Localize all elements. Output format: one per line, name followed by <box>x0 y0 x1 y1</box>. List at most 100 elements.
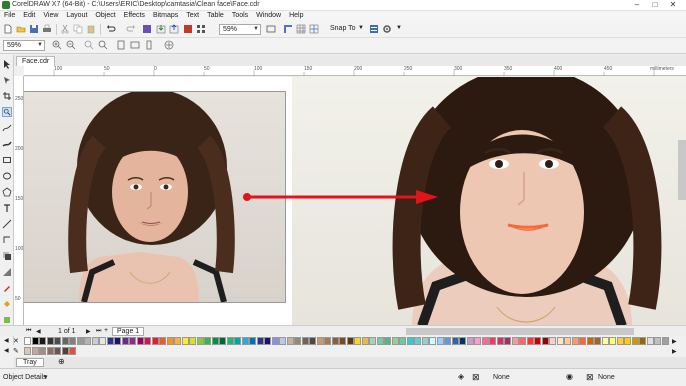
snap-to-menu[interactable]: Snap To <box>330 25 356 32</box>
zoom-to-all-objects-icon[interactable] <box>98 40 108 50</box>
palette-color-swatch[interactable] <box>586 337 594 345</box>
rectangle-tool-icon[interactable] <box>2 155 12 165</box>
document-color-swatch[interactable] <box>69 347 76 355</box>
menu-text[interactable]: Text <box>182 11 203 21</box>
palette-color-swatch[interactable] <box>511 337 519 345</box>
menu-table[interactable]: Table <box>203 11 228 21</box>
maximize-button[interactable]: □ <box>648 0 662 10</box>
palette-color-swatch[interactable] <box>376 337 384 345</box>
palette-color-swatch[interactable] <box>429 337 436 345</box>
print-icon[interactable] <box>42 24 52 34</box>
gear-icon[interactable] <box>382 24 392 34</box>
tray-tab[interactable]: Tray <box>16 358 44 367</box>
zoom-levels-select[interactable]: 59% ▼ <box>3 40 45 51</box>
menu-bitmaps[interactable]: Bitmaps <box>149 11 182 21</box>
palette-color-swatch[interactable] <box>661 337 669 345</box>
text-tool-icon[interactable] <box>2 203 12 213</box>
palette-color-swatch[interactable] <box>264 337 271 345</box>
menu-file[interactable]: File <box>0 11 19 21</box>
zoom-tool-icon[interactable] <box>2 107 12 117</box>
menu-window[interactable]: Window <box>252 11 285 21</box>
palette-color-swatch[interactable] <box>534 337 541 345</box>
menu-layout[interactable]: Layout <box>62 11 91 21</box>
zoom-out-icon[interactable] <box>66 40 76 50</box>
publish-pdf-icon[interactable] <box>183 24 193 34</box>
palette-color-swatch[interactable] <box>234 337 241 345</box>
palette-color-swatch[interactable] <box>624 337 631 345</box>
palette-color-swatch[interactable] <box>444 337 451 345</box>
menu-tools[interactable]: Tools <box>228 11 252 21</box>
red-arrow-icon[interactable] <box>242 190 442 206</box>
palette-color-swatch[interactable] <box>556 337 564 345</box>
app-launcher-icon[interactable] <box>196 24 206 34</box>
previous-page-icon[interactable]: ◀ <box>36 328 41 335</box>
drawing-canvas[interactable] <box>24 77 686 326</box>
document-tab[interactable]: Face.cdr <box>16 56 56 66</box>
zoom-level-select[interactable]: 59% ▼ <box>219 24 261 35</box>
import-icon[interactable] <box>156 24 166 34</box>
add-icon[interactable] <box>164 40 174 50</box>
polygon-tool-icon[interactable] <box>2 187 12 197</box>
full-screen-preview-icon[interactable] <box>266 24 276 34</box>
palette-color-swatch[interactable] <box>241 337 249 345</box>
palette-color-swatch[interactable] <box>136 337 144 345</box>
new-document-icon[interactable] <box>3 24 13 34</box>
parallel-dimension-tool-icon[interactable] <box>2 219 12 229</box>
palette-color-swatch[interactable] <box>451 337 459 345</box>
palette-color-swatch[interactable] <box>654 337 661 345</box>
artistic-media-tool-icon[interactable] <box>2 139 12 149</box>
cut-icon[interactable] <box>60 24 70 34</box>
palette-color-swatch[interactable] <box>579 337 586 345</box>
palette-color-swatch[interactable] <box>571 337 579 345</box>
paste-icon[interactable] <box>86 24 96 34</box>
interactive-fill-tool-icon[interactable] <box>2 299 12 309</box>
palette-color-swatch[interactable] <box>91 337 99 345</box>
add-tray-icon[interactable]: ⊕ <box>58 357 65 366</box>
palette-color-swatch[interactable] <box>459 337 466 345</box>
palette-color-swatch[interactable] <box>106 337 114 345</box>
palette-color-swatch[interactable] <box>196 337 204 345</box>
palette-color-swatch[interactable] <box>406 337 414 345</box>
palette-color-swatch[interactable] <box>61 337 69 345</box>
palette-color-swatch[interactable] <box>324 337 331 345</box>
smart-fill-tool-icon[interactable] <box>2 315 12 325</box>
palette-color-swatch[interactable] <box>31 337 39 345</box>
palette-color-swatch[interactable] <box>541 337 549 345</box>
palette-scroll-right-icon[interactable]: ▶ <box>672 348 677 355</box>
palette-color-swatch[interactable] <box>204 337 211 345</box>
zoom-to-page-height-icon[interactable] <box>144 40 154 50</box>
palette-color-swatch[interactable] <box>249 337 256 345</box>
palette-color-swatch[interactable] <box>384 337 391 345</box>
palette-color-swatch[interactable] <box>309 337 316 345</box>
palette-color-swatch[interactable] <box>594 337 601 345</box>
palette-color-swatch[interactable] <box>564 337 571 345</box>
horizontal-ruler[interactable]: 100 50 0 50 100 150 200 250 300 350 400 … <box>24 66 686 76</box>
palette-color-swatch[interactable] <box>174 337 181 345</box>
document-color-swatch[interactable] <box>31 347 39 355</box>
palette-color-swatch[interactable] <box>436 337 444 345</box>
pick-tool-icon[interactable] <box>2 59 12 69</box>
fill-icon[interactable]: ◈ <box>458 372 464 381</box>
show-grid-icon[interactable] <box>296 24 306 34</box>
palette-color-swatch[interactable] <box>489 337 496 345</box>
palette-color-swatch[interactable] <box>76 337 84 345</box>
palette-color-swatch[interactable] <box>361 337 369 345</box>
undo-icon[interactable] <box>106 24 116 34</box>
open-folder-icon[interactable] <box>16 24 26 34</box>
redo-icon[interactable] <box>126 24 136 34</box>
document-color-swatch[interactable] <box>54 347 61 355</box>
drop-shadow-tool-icon[interactable] <box>2 251 12 261</box>
outline-pen-icon[interactable]: ◉ <box>566 372 573 381</box>
palette-scroll-right-icon[interactable]: ▶ <box>672 338 677 345</box>
zoom-in-icon[interactable] <box>52 40 62 50</box>
palette-color-swatch[interactable] <box>391 337 399 345</box>
palette-color-swatch[interactable] <box>466 337 474 345</box>
chevron-down-icon[interactable]: ▾ <box>44 373 48 381</box>
page-tab[interactable]: Page 1 <box>112 327 145 336</box>
document-color-swatch[interactable] <box>24 347 31 355</box>
zoom-to-page-width-icon[interactable] <box>130 40 140 50</box>
palette-color-swatch[interactable] <box>151 337 159 345</box>
palette-color-swatch[interactable] <box>399 337 406 345</box>
last-page-icon[interactable]: ⏭ <box>96 328 101 335</box>
palette-color-swatch[interactable] <box>256 337 264 345</box>
